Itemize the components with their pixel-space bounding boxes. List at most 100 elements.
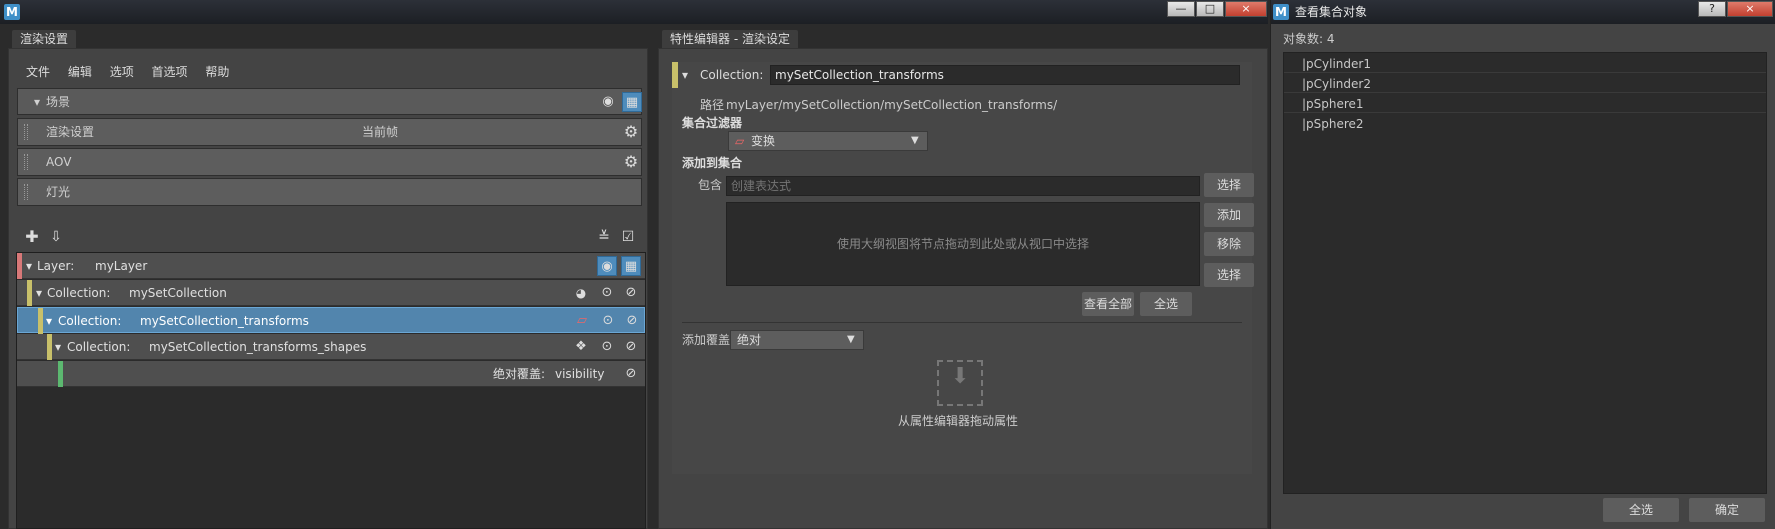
maximize-button[interactable]: □ — [1196, 1, 1224, 17]
view-title-bar: M 查看集合对象 ? × — [1271, 0, 1775, 24]
override-type-value: 绝对 — [737, 333, 762, 347]
disable-icon[interactable]: ⊘ — [621, 337, 641, 357]
collection-name: mySetCollection — [129, 286, 227, 300]
isolate-icon[interactable]: ⊙ — [597, 337, 617, 357]
list-item[interactable]: |pSphere1 — [1284, 95, 1766, 113]
expand-icon[interactable]: ▾ — [26, 253, 32, 279]
filter-dropdown[interactable]: ▱ 变换 ▼ — [728, 131, 928, 151]
scene-header[interactable]: ▾ 场景 ◉ ▦ — [17, 88, 642, 115]
collection-color-bar — [47, 334, 52, 360]
divider — [682, 322, 1242, 323]
collection-name-field[interactable]: mySetCollection_transforms — [770, 65, 1240, 85]
close-button[interactable]: × — [1225, 1, 1267, 17]
remove-button[interactable]: 移除 — [1204, 232, 1254, 256]
drag-attribute-icon[interactable]: ⬇ — [937, 360, 983, 406]
list-item[interactable]: |pCylinder1 — [1284, 55, 1766, 73]
menu-options[interactable]: 选项 — [110, 65, 134, 79]
tree-row-override[interactable]: 绝对覆盖: visibility ⊘ — [17, 361, 645, 387]
list-item[interactable]: |pCylinder2 — [1284, 75, 1766, 93]
add-button[interactable]: 添加 — [1204, 203, 1254, 227]
tab-render-setup[interactable]: 渲染设置 — [12, 30, 77, 48]
expand-icon[interactable]: ▾ — [36, 280, 42, 306]
view-title: 查看集合对象 — [1295, 5, 1368, 19]
collection-prefix: Collection: — [47, 286, 111, 300]
path-label: 路径 — [700, 98, 725, 112]
layer-color-bar — [17, 253, 22, 279]
override-label: 绝对覆盖: — [493, 367, 546, 381]
collection-prefix: Collection: — [58, 314, 122, 328]
override-name: visibility — [555, 367, 605, 381]
ok-button[interactable]: 确定 — [1689, 498, 1765, 522]
filter-icon[interactable]: ≚ — [594, 227, 614, 247]
include-expression-input[interactable] — [726, 176, 1200, 196]
menu-help[interactable]: 帮助 — [205, 65, 229, 79]
eye-icon[interactable]: ◉ — [597, 256, 617, 276]
expand-icon[interactable]: ▾ — [682, 62, 688, 88]
collection-name: mySetCollection_transforms — [140, 314, 309, 328]
drag-attr-hint: 从属性编辑器拖动属性 — [897, 414, 1018, 428]
transform-filter-icon: ▱ — [577, 313, 587, 328]
chevron-down-icon: ▼ — [847, 334, 855, 345]
object-list: |pCylinder1 |pCylinder2 |pSphere1 |pSphe… — [1283, 52, 1767, 494]
tab-attribute-editor[interactable]: 特性编辑器 - 渲染设定 — [662, 30, 798, 48]
drop-zone[interactable]: 使用大纲视图将节点拖动到此处或从视口中选择 — [726, 202, 1200, 286]
menu-preferences[interactable]: 首选项 — [152, 65, 188, 79]
shapes-filter-icon: ❖ — [575, 339, 587, 354]
view-collection-window: M 查看集合对象 ? × 对象数: 4 |pCylinder1 |pCylind… — [1270, 0, 1775, 529]
render-icon[interactable]: ▦ — [622, 92, 642, 112]
select-all-button[interactable]: 全选 — [1603, 498, 1679, 522]
filter-label: 集合过滤器 — [682, 116, 743, 130]
create-layer-icon[interactable]: ✚ — [22, 227, 42, 247]
select-button-2[interactable]: 选择 — [1204, 263, 1254, 287]
scene-row-lights[interactable]: 灯光 — [17, 178, 642, 206]
filter-value: 变换 — [751, 134, 776, 148]
override-color-bar — [58, 361, 63, 387]
select-button[interactable]: 选择 — [1204, 173, 1254, 197]
isolate-icon[interactable]: ⊙ — [598, 311, 618, 331]
include-label: 包含 — [698, 178, 723, 192]
gear-icon[interactable]: ⚙ — [621, 152, 641, 172]
tree-row-collection[interactable]: ▾ Collection: mySetCollection ◕ ⊙ ⊘ — [17, 280, 645, 306]
checklist-icon[interactable]: ☑ — [618, 227, 638, 247]
object-count: 对象数: 4 — [1283, 32, 1335, 46]
isolate-icon[interactable]: ⊙ — [597, 283, 617, 303]
menu-edit[interactable]: 编辑 — [68, 65, 92, 79]
close-button[interactable]: × — [1727, 1, 1773, 17]
menu-file[interactable]: 文件 — [26, 65, 50, 79]
help-button[interactable]: ? — [1698, 1, 1726, 17]
drag-grip-icon[interactable] — [24, 124, 28, 140]
tree-row-layer[interactable]: ▾ Layer: myLayer ◉ ▦ — [17, 253, 645, 279]
aov-label: AOV — [46, 155, 72, 169]
disable-icon[interactable]: ⊘ — [621, 364, 641, 384]
layer-prefix: Layer: — [37, 259, 75, 273]
add-to-collection-label: 添加到集合 — [682, 156, 743, 170]
list-item[interactable]: |pSphere2 — [1284, 115, 1766, 133]
drag-grip-icon[interactable] — [24, 184, 28, 200]
view-all-button[interactable]: 查看全部 — [1082, 292, 1134, 316]
collection-color-bar — [27, 280, 32, 306]
menu-bar: 文件 编辑 选项 首选项 帮助 — [26, 63, 243, 81]
scene-label: 场景 — [46, 95, 71, 109]
select-all-button[interactable]: 全选 — [1140, 292, 1192, 316]
scene-row-render-settings[interactable]: 渲染设置 当前帧 ⚙ — [17, 118, 642, 146]
lights-label: 灯光 — [46, 185, 71, 199]
import-icon[interactable]: ⇩ — [46, 227, 66, 247]
drop-hint: 使用大纲视图将节点拖动到此处或从视口中选择 — [836, 237, 1089, 251]
drag-grip-icon[interactable] — [24, 154, 28, 170]
maya-logo-icon: M — [4, 4, 20, 20]
eye-icon[interactable]: ◉ — [598, 92, 618, 112]
scene-row-aov[interactable]: AOV ⚙ — [17, 148, 642, 176]
gear-icon[interactable]: ⚙ — [621, 122, 641, 142]
scene-expand-icon[interactable]: ▾ — [34, 89, 40, 115]
disable-icon[interactable]: ⊘ — [621, 283, 641, 303]
render-icon[interactable]: ▦ — [621, 256, 641, 276]
override-type-dropdown[interactable]: 绝对 ▼ — [730, 330, 864, 350]
expand-icon[interactable]: ▾ — [46, 308, 52, 334]
disable-icon[interactable]: ⊘ — [622, 311, 642, 331]
minimize-button[interactable]: — — [1167, 1, 1195, 17]
expand-icon[interactable]: ▾ — [55, 334, 61, 360]
collection-prefix: Collection: — [67, 340, 131, 354]
layer-name: myLayer — [95, 259, 148, 273]
tree-row-collection-selected[interactable]: ▾ Collection: mySetCollection_transforms… — [17, 307, 645, 334]
tree-row-collection-shapes[interactable]: ▾ Collection: mySetCollection_transforms… — [17, 334, 645, 360]
